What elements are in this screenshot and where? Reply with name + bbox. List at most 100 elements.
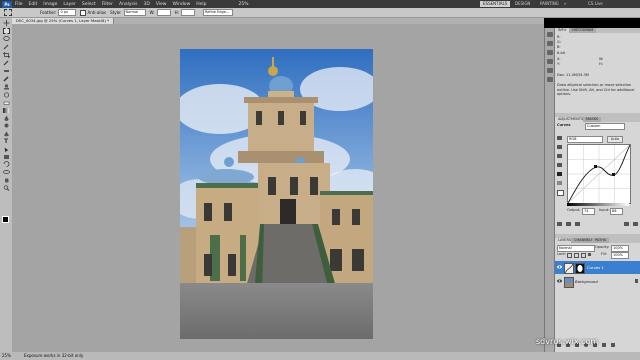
blend-mode-select[interactable]: Normal bbox=[557, 245, 595, 252]
auto-button[interactable]: Auto bbox=[607, 136, 623, 143]
workspace-design[interactable]: DESIGN bbox=[512, 1, 533, 7]
style-select[interactable]: Normal bbox=[123, 9, 146, 16]
eyedropper-tool-icon[interactable] bbox=[3, 60, 10, 66]
character-panel-icon[interactable] bbox=[547, 68, 553, 73]
path-select-tool-icon[interactable] bbox=[3, 147, 10, 153]
height-label: H: bbox=[174, 10, 179, 15]
output-input[interactable]: 74 bbox=[582, 208, 595, 215]
cathedral-photo[interactable] bbox=[180, 49, 373, 339]
layer-name[interactable]: Background bbox=[575, 275, 598, 288]
marquee-tool-icon[interactable] bbox=[2, 28, 10, 34]
lock-position-icon[interactable] bbox=[581, 253, 586, 258]
brush-tool-icon[interactable] bbox=[2, 76, 10, 82]
brush-panel-icon[interactable] bbox=[547, 50, 553, 55]
lock-image-icon[interactable] bbox=[574, 253, 579, 258]
curves-title: Curves bbox=[557, 123, 571, 127]
reset-icon[interactable] bbox=[624, 222, 629, 226]
feather-input[interactable]: 0 px bbox=[58, 9, 77, 16]
draw-curve-icon[interactable] bbox=[557, 154, 562, 158]
info-bitdepth: 8-bit bbox=[557, 51, 566, 55]
antialias-checkbox[interactable] bbox=[80, 9, 87, 16]
3d-rotate-tool-icon[interactable] bbox=[3, 161, 10, 167]
edit-points-icon[interactable] bbox=[557, 145, 562, 149]
lock-all-icon[interactable] bbox=[588, 253, 591, 256]
clone-source-panel-icon[interactable] bbox=[547, 59, 553, 64]
refine-edge-button[interactable]: Refine Edge... bbox=[202, 9, 233, 16]
layer-row-curves[interactable]: Curves 1 bbox=[555, 261, 640, 274]
eraser-tool-icon[interactable] bbox=[3, 100, 10, 106]
info-hint: Draw elliptical selection or move select… bbox=[557, 83, 635, 96]
trash-icon[interactable] bbox=[611, 343, 615, 347]
layers-panel: Normal Opacity: 100% Lock: Fill: 100% Cu… bbox=[555, 243, 640, 352]
blur-tool-icon[interactable] bbox=[3, 115, 10, 121]
pen-tool-icon[interactable] bbox=[3, 131, 10, 137]
on-image-adjust-icon[interactable] bbox=[557, 136, 562, 140]
photoshop-logo: Ps bbox=[2, 0, 12, 8]
crop-tool-icon[interactable] bbox=[2, 52, 10, 58]
gray-eyedropper-icon[interactable] bbox=[557, 181, 562, 185]
workspace-painting[interactable]: PAINTING bbox=[537, 1, 562, 7]
lock-transparent-icon[interactable] bbox=[567, 253, 572, 258]
lasso-tool-icon[interactable] bbox=[2, 36, 10, 42]
zoom-tool-icon[interactable] bbox=[3, 185, 10, 191]
status-text: Exposure works in 32-bit only bbox=[24, 353, 84, 358]
healing-brush-tool-icon[interactable] bbox=[3, 68, 10, 74]
move-tool-icon[interactable] bbox=[3, 20, 10, 26]
history-panel-icon[interactable] bbox=[547, 32, 553, 37]
menu-edit[interactable]: Edit bbox=[29, 2, 38, 7]
opacity-label: Opacity: bbox=[595, 245, 610, 249]
black-eyedropper-icon[interactable] bbox=[557, 172, 562, 176]
delete-icon[interactable] bbox=[633, 222, 638, 226]
menu-view[interactable]: View bbox=[156, 2, 167, 7]
visibility-eye-icon[interactable] bbox=[557, 279, 562, 283]
paragraph-panel-icon[interactable] bbox=[547, 77, 553, 82]
clip-icon[interactable] bbox=[566, 222, 571, 226]
workspace-essentials[interactable]: ESSENTIALS bbox=[480, 1, 511, 7]
menu-window[interactable]: Window bbox=[173, 2, 191, 7]
foreground-color-swatch[interactable] bbox=[2, 216, 9, 223]
menu-analysis[interactable]: Analysis bbox=[119, 2, 138, 7]
width-input[interactable] bbox=[156, 9, 171, 16]
layer-row-background[interactable]: Background bbox=[555, 275, 640, 288]
actions-panel-icon[interactable] bbox=[547, 41, 553, 46]
curves-tool-icons bbox=[557, 136, 564, 206]
hand-tool-icon[interactable] bbox=[3, 177, 10, 183]
fill-input[interactable]: 100% bbox=[611, 252, 629, 259]
layer-name[interactable]: Curves 1 bbox=[587, 261, 604, 274]
options-bar: Feather: 0 px Anti-alias Style: Normal W… bbox=[0, 8, 640, 18]
zoom-readout[interactable]: 25% bbox=[239, 2, 249, 7]
dodge-tool-icon[interactable] bbox=[3, 123, 10, 129]
clone-stamp-tool-icon[interactable] bbox=[3, 84, 10, 90]
curves-graph[interactable] bbox=[567, 144, 631, 204]
new-layer-icon[interactable] bbox=[602, 343, 606, 347]
info-doc-size: Doc: 11.4M/34.3M bbox=[557, 73, 589, 77]
menu-3d[interactable]: 3D bbox=[143, 2, 149, 7]
workspace-more[interactable]: » bbox=[561, 1, 569, 7]
channel-select[interactable]: RGB bbox=[567, 136, 603, 143]
cs-live[interactable]: CS Live bbox=[585, 1, 606, 7]
opacity-input[interactable]: 100% bbox=[611, 245, 629, 252]
3d-orbit-tool-icon[interactable] bbox=[2, 169, 10, 175]
smooth-icon[interactable] bbox=[557, 163, 562, 167]
status-zoom[interactable]: 25% bbox=[2, 352, 11, 360]
curves-preset-select[interactable]: Custom bbox=[585, 123, 625, 130]
menu-layer[interactable]: Layer bbox=[63, 2, 76, 7]
menu-image[interactable]: Image bbox=[43, 2, 57, 7]
menu-file[interactable]: File bbox=[15, 2, 23, 7]
white-eyedropper-icon[interactable] bbox=[557, 190, 564, 196]
visibility-eye-icon[interactable] bbox=[557, 265, 562, 269]
shape-tool-icon[interactable] bbox=[3, 155, 9, 159]
menu-help[interactable]: Help bbox=[196, 2, 206, 7]
menu-select[interactable]: Select bbox=[82, 2, 96, 7]
history-brush-tool-icon[interactable] bbox=[3, 92, 10, 98]
input-input[interactable]: 86 bbox=[610, 208, 623, 215]
visibility-icon[interactable] bbox=[575, 222, 580, 226]
marquee-option-icon[interactable] bbox=[4, 9, 12, 16]
return-icon[interactable] bbox=[557, 222, 562, 226]
gradient-tool-icon[interactable] bbox=[3, 108, 9, 113]
type-tool-icon[interactable]: T bbox=[3, 139, 10, 145]
menu-filter[interactable]: Filter bbox=[102, 2, 113, 7]
layer-mask-thumbnail[interactable] bbox=[575, 263, 585, 274]
height-input[interactable] bbox=[180, 9, 195, 16]
quick-select-tool-icon[interactable] bbox=[3, 44, 10, 50]
